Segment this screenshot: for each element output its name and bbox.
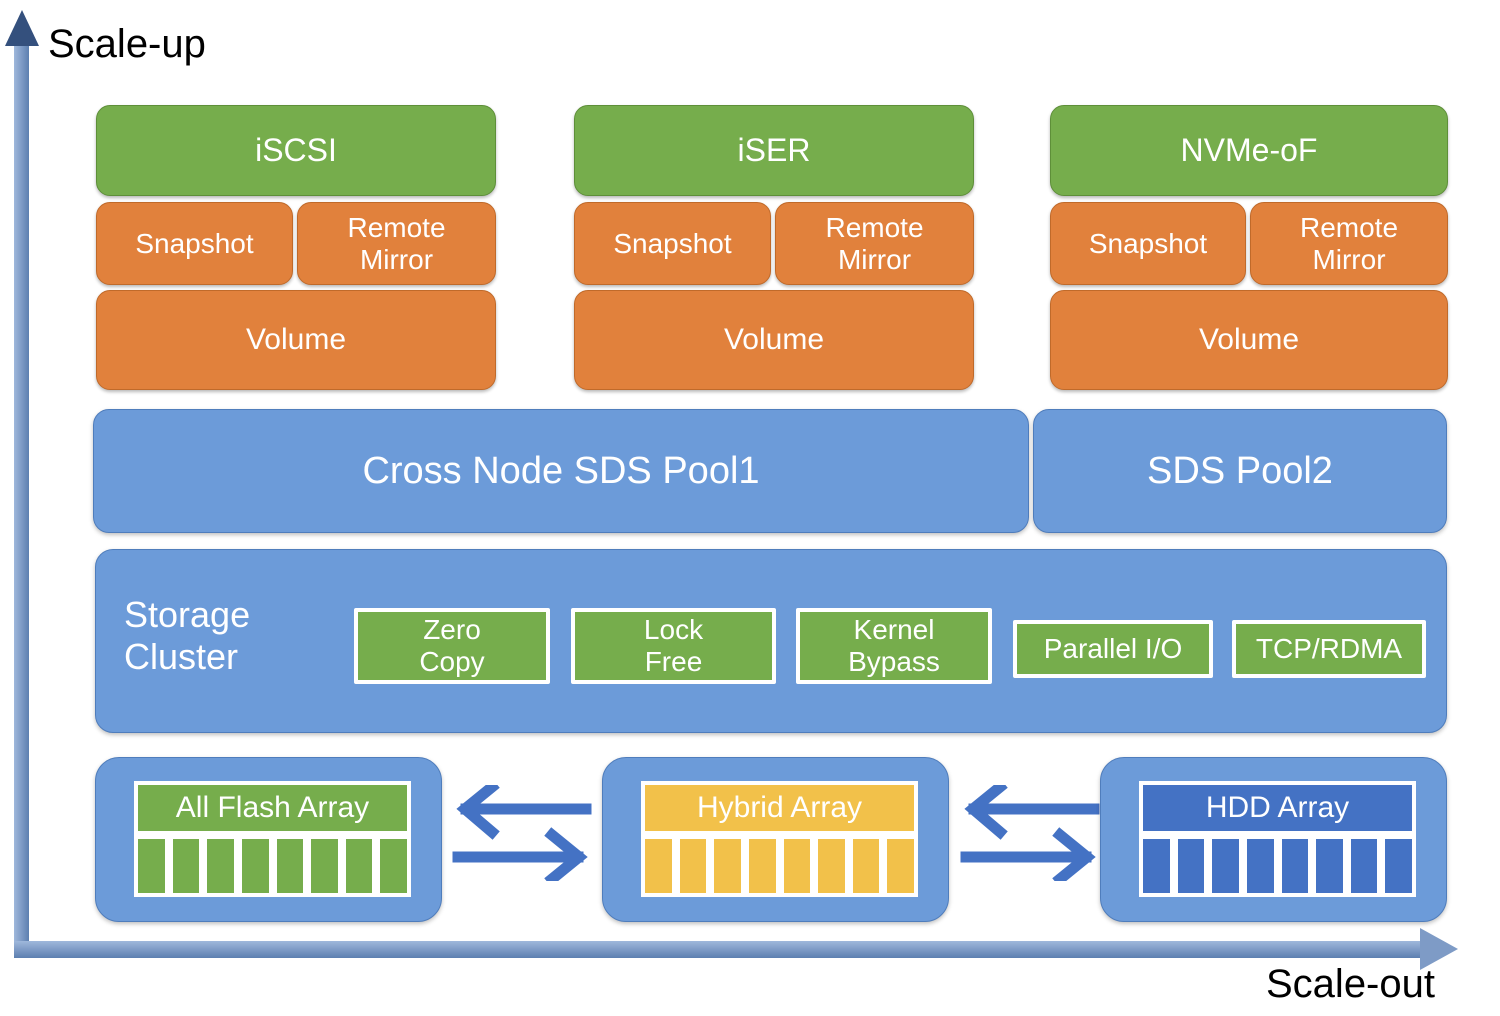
array-title-hdd: HDD Array (1139, 781, 1416, 835)
drive-bay (1381, 835, 1416, 897)
scale-out-axis-label: Scale-out (1266, 962, 1435, 1006)
scale-up-axis-shaft (14, 42, 29, 954)
array-enclosure-hdd[interactable]: HDD Array (1100, 757, 1447, 922)
protocol-box-nvmeof[interactable]: NVMe-oF (1050, 105, 1448, 196)
drive-bay (203, 835, 238, 897)
cluster-feature-kernel-bypass[interactable]: Kernel Bypass (796, 608, 992, 684)
scale-up-axis-label: Scale-up (48, 22, 206, 66)
drive-bay (848, 835, 884, 897)
drive-bay (883, 835, 918, 897)
drive-bay (641, 835, 676, 897)
drive-bay (814, 835, 849, 897)
drive-bay (341, 835, 377, 897)
drive-bay (675, 835, 711, 897)
cluster-feature-zero-copy[interactable]: Zero Copy (354, 608, 550, 684)
array-enclosure-hybrid[interactable]: Hybrid Array (602, 757, 949, 922)
protocol-box-iscsi[interactable]: iSCSI (96, 105, 496, 196)
drive-bay (1173, 835, 1209, 897)
array-enclosure-all-flash[interactable]: All Flash Array (95, 757, 442, 922)
drive-bay (237, 835, 273, 897)
storage-cluster-panel[interactable]: Storage Cluster Zero Copy Lock Free Kern… (95, 549, 1447, 733)
cluster-feature-parallel-io[interactable]: Parallel I/O (1013, 620, 1213, 678)
exchange-arrows-icon-1 (452, 785, 592, 881)
array-title-hybrid: Hybrid Array (641, 781, 918, 835)
storage-cluster-label: Storage Cluster (124, 594, 251, 678)
pool-box-cross-node-sds-pool1[interactable]: Cross Node SDS Pool1 (93, 409, 1029, 533)
drive-bay (1346, 835, 1382, 897)
scale-out-axis-shaft (14, 941, 1424, 958)
drive-bay (1139, 835, 1174, 897)
volume-box-iser[interactable]: Volume (574, 290, 974, 390)
service-box-snapshot-nvmeof[interactable]: Snapshot (1050, 202, 1246, 285)
pool-box-sds-pool2[interactable]: SDS Pool2 (1033, 409, 1447, 533)
drive-bay (1277, 835, 1313, 897)
service-box-remote-mirror-iser[interactable]: Remote Mirror (775, 202, 974, 285)
drive-bay (168, 835, 204, 897)
drive-bay (272, 835, 308, 897)
drive-bay (307, 835, 342, 897)
drive-bay (779, 835, 815, 897)
protocol-box-iser[interactable]: iSER (574, 105, 974, 196)
drive-strip-hdd (1139, 835, 1416, 897)
service-box-snapshot-iscsi[interactable]: Snapshot (96, 202, 293, 285)
drive-bay (710, 835, 745, 897)
drive-bay (744, 835, 780, 897)
drive-bay (1242, 835, 1278, 897)
drive-bay (376, 835, 411, 897)
drive-bay (134, 835, 169, 897)
diagram-canvas: Scale-up Scale-out iSCSI Snapshot Remote… (0, 0, 1500, 1016)
drive-bay (1312, 835, 1347, 897)
volume-box-nvmeof[interactable]: Volume (1050, 290, 1448, 390)
service-box-snapshot-iser[interactable]: Snapshot (574, 202, 771, 285)
drive-strip-all-flash (134, 835, 411, 897)
exchange-arrows-icon-2 (960, 785, 1100, 881)
cluster-feature-tcp-rdma[interactable]: TCP/RDMA (1232, 620, 1426, 678)
drive-strip-hybrid (641, 835, 918, 897)
service-box-remote-mirror-nvmeof[interactable]: Remote Mirror (1250, 202, 1448, 285)
cluster-feature-lock-free[interactable]: Lock Free (571, 608, 776, 684)
array-title-all-flash: All Flash Array (134, 781, 411, 835)
volume-box-iscsi[interactable]: Volume (96, 290, 496, 390)
service-box-remote-mirror-iscsi[interactable]: Remote Mirror (297, 202, 496, 285)
scale-up-arrow-icon (5, 10, 39, 46)
drive-bay (1208, 835, 1243, 897)
